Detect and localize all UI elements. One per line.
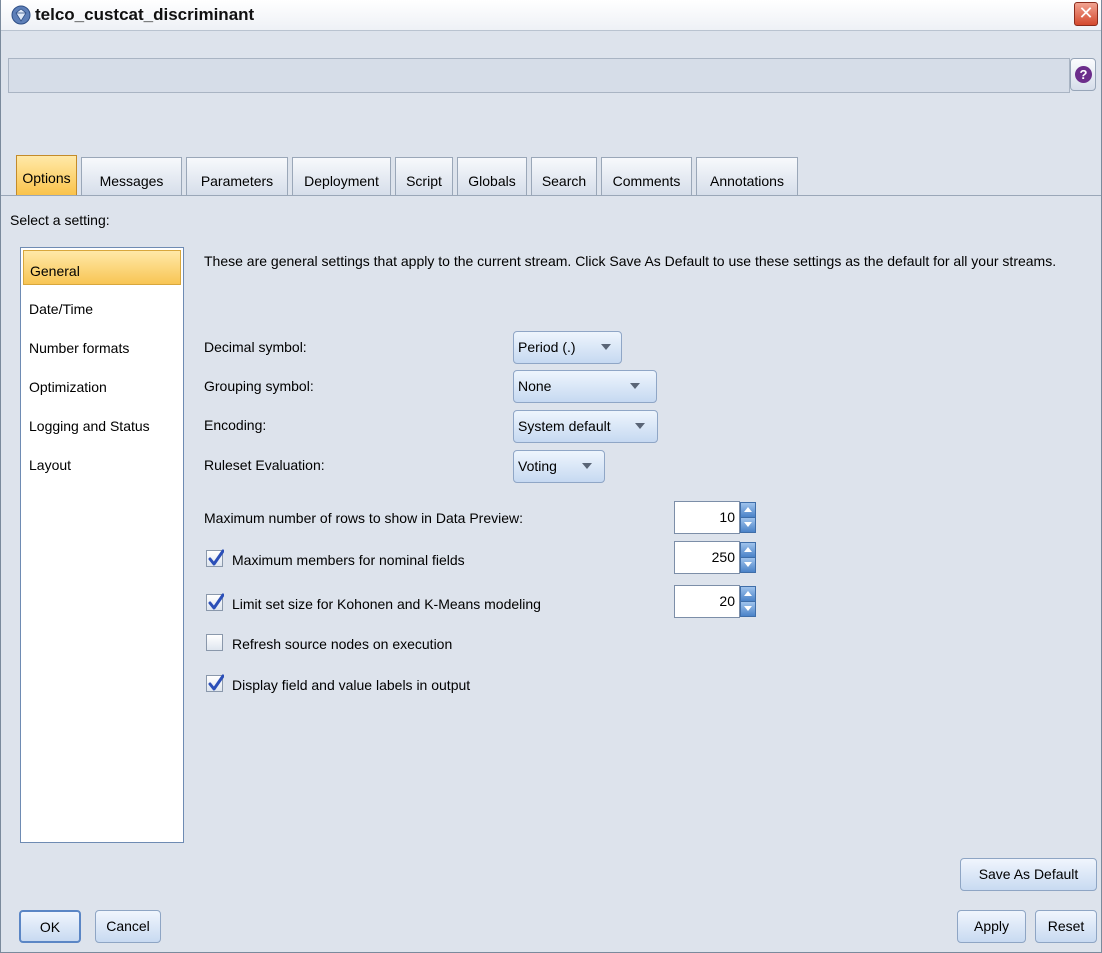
encoding-dropdown[interactable]: System default [513,410,658,443]
close-button[interactable]: ✕ [1074,2,1098,26]
spinner-up-icon[interactable] [740,502,756,518]
chevron-down-icon [582,463,592,469]
ruleset-evaluation-value: Voting [518,458,557,474]
display-labels-checkbox[interactable] [206,674,224,692]
grouping-symbol-value: None [518,378,552,394]
tab-script[interactable]: Script [395,157,453,195]
limit-set-size-input[interactable]: 20 [674,585,740,618]
limit-set-size-spinner[interactable]: 20 [674,585,762,618]
checkmark-icon [208,549,224,566]
save-as-default-button[interactable]: Save As Default [960,858,1097,891]
help-button[interactable]: ? [1070,58,1096,91]
tab-messages[interactable]: Messages [81,157,182,195]
max-members-nominal-checkbox[interactable] [206,549,224,567]
spinner-down-icon[interactable] [740,517,756,533]
ruleset-evaluation-dropdown[interactable]: Voting [513,450,605,483]
max-rows-preview-input[interactable]: 10 [674,501,740,534]
encoding-label: Encoding: [204,417,267,433]
tab-deployment[interactable]: Deployment [292,157,391,195]
spinner-up-icon[interactable] [740,542,756,558]
spinner-up-icon[interactable] [740,586,756,602]
chevron-down-icon [601,344,611,350]
max-members-nominal-input[interactable]: 250 [674,541,740,574]
chevron-down-icon [630,383,640,389]
select-setting-label: Select a setting: [10,212,110,228]
message-bar [8,58,1070,93]
decimal-symbol-label: Decimal symbol: [204,339,307,355]
grouping-symbol-dropdown[interactable]: None [513,370,657,403]
decimal-symbol-dropdown[interactable]: Period (.) [513,331,622,364]
max-rows-preview-label: Maximum number of rows to show in Data P… [204,510,523,526]
settings-list: General Date/Time Number formats Optimiz… [20,247,184,843]
reset-button[interactable]: Reset [1035,910,1097,943]
tab-comments[interactable]: Comments [601,157,692,195]
close-icon: ✕ [1078,3,1094,23]
dialog-window: telco_custcat_discriminant ✕ ? Options M… [0,0,1102,953]
refresh-source-label: Refresh source nodes on execution [232,636,453,652]
max-members-nominal-spinner[interactable]: 250 [674,541,762,574]
settings-item-layout[interactable]: Layout [23,445,181,480]
tab-globals[interactable]: Globals [457,157,527,195]
decimal-symbol-value: Period (.) [518,339,576,355]
checkmark-icon [208,674,224,691]
refresh-source-checkbox[interactable] [206,634,223,651]
spinner-down-icon[interactable] [740,601,756,617]
limit-set-size-checkbox[interactable] [206,593,224,611]
checkmark-icon [208,593,224,610]
window-title: telco_custcat_discriminant [35,5,255,24]
title-bar: telco_custcat_discriminant ✕ [1,0,1101,31]
display-labels-label: Display field and value labels in output [232,677,471,693]
max-rows-preview-spinner[interactable]: 10 [674,501,762,534]
tab-parameters[interactable]: Parameters [186,157,288,195]
cancel-button[interactable]: Cancel [95,910,161,943]
tab-options[interactable]: Options [16,155,77,195]
encoding-value: System default [518,418,611,434]
settings-item-general[interactable]: General [23,250,181,285]
tab-panel-divider [1,195,1101,196]
limit-set-size-label: Limit set size for Kohonen and K-Means m… [232,596,541,612]
chevron-down-icon [635,423,645,429]
app-gem-icon [11,5,31,25]
ok-button[interactable]: OK [19,910,81,943]
tab-search[interactable]: Search [531,157,597,195]
settings-item-optimization[interactable]: Optimization [23,367,181,402]
tab-annotations[interactable]: Annotations [696,157,798,195]
max-members-nominal-label: Maximum members for nominal fields [232,552,465,568]
spinner-down-icon[interactable] [740,557,756,573]
apply-button[interactable]: Apply [957,910,1026,943]
settings-item-logging-status[interactable]: Logging and Status [23,406,181,441]
settings-item-date-time[interactable]: Date/Time [23,289,181,324]
grouping-symbol-label: Grouping symbol: [204,378,314,394]
ruleset-evaluation-label: Ruleset Evaluation: [204,457,325,473]
settings-item-number-formats[interactable]: Number formats [23,328,181,363]
general-description: These are general settings that apply to… [204,253,1057,269]
help-icon: ? [1075,66,1092,83]
